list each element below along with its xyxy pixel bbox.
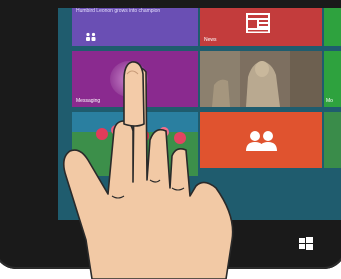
tile-green-mid-label: Mo — [326, 98, 333, 104]
newspaper-icon — [246, 13, 270, 33]
tile-photo[interactable] — [200, 51, 322, 107]
tile-top-ticker[interactable]: Humbird Leonon grows into champion — [72, 8, 198, 46]
touch-glow — [110, 61, 148, 97]
tile-messaging-label: Messaging — [76, 98, 101, 104]
tile-flowers-photo[interactable] — [72, 112, 198, 176]
ticker-text: Humbird Leonon grows into champion — [76, 8, 161, 14]
windows-logo-icon[interactable] — [299, 237, 313, 251]
tile-green-mid[interactable]: Mo — [324, 51, 341, 107]
start-screen: Humbird Leonon grows into champion News … — [58, 8, 341, 220]
tile-map[interactable] — [324, 112, 341, 168]
tile-people[interactable] — [200, 112, 322, 168]
people-icon — [246, 131, 277, 151]
tile-news[interactable]: News — [200, 8, 322, 46]
tile-messaging[interactable]: Messaging — [72, 51, 198, 107]
tile-green-top[interactable] — [324, 8, 341, 46]
tile-news-label: News — [204, 37, 217, 43]
flowers-photo — [72, 112, 198, 176]
contacts-icon — [86, 32, 96, 41]
statue-photo — [200, 51, 322, 107]
